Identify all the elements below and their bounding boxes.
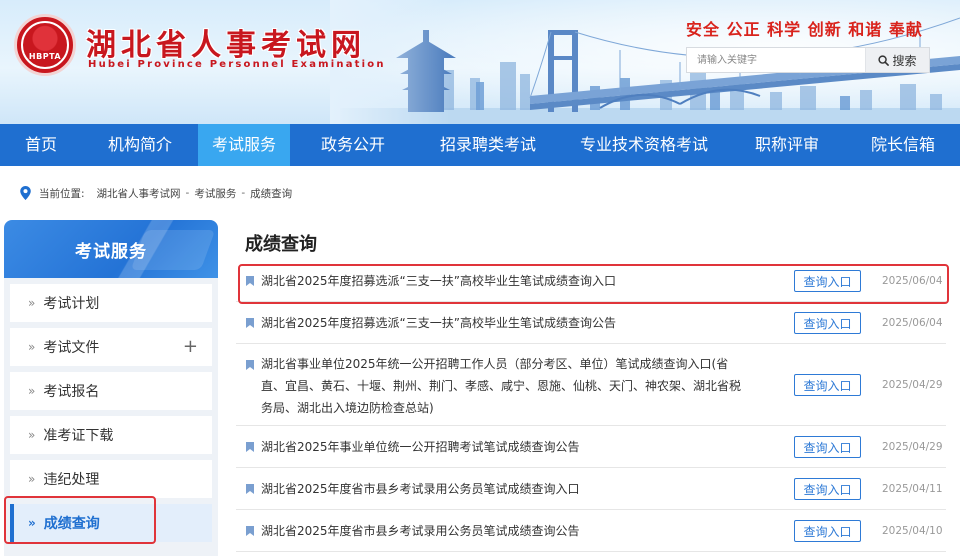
main-nav: 首页 机构简介 考试服务 政务公开 招录聘类考试 专业技术资格考试 职称评审 院… — [0, 124, 960, 166]
site-logo[interactable]: HBPTA 湖北省人事考试网 Hubei Province Personnel … — [14, 14, 383, 78]
sidebar-item-exam-plan[interactable]: » 考试计划 — [10, 284, 212, 322]
sidebar-item-label: 违纪处理 — [43, 472, 100, 488]
query-entry-button[interactable]: 查询入口 — [794, 312, 861, 334]
site-slogan: 安全 公正 科学 创新 和谐 奉献 — [686, 20, 923, 39]
double-chevron-right-icon: » — [28, 340, 36, 354]
query-entry-button[interactable]: 查询入口 — [794, 478, 861, 500]
list-item-date: 2025/04/29 — [882, 441, 943, 453]
double-chevron-right-icon: » — [28, 516, 36, 530]
nav-item-professional-qualification[interactable]: 专业技术资格考试 — [560, 124, 728, 166]
sidebar-item-score-query[interactable]: » 成绩查询 — [10, 504, 212, 542]
nav-item-about[interactable]: 机构简介 — [82, 124, 198, 166]
site-title: 湖北省人事考试网 — [86, 28, 366, 63]
breadcrumb: 当前位置: 湖北省人事考试网 - 考试服务 - 成绩查询 — [20, 185, 292, 201]
site-subtitle: Hubei Province Personnel Examination — [88, 59, 386, 70]
nav-item-exam-services[interactable]: 考试服务 — [198, 124, 290, 166]
breadcrumb-separator: - — [241, 187, 246, 199]
nav-item-government-affairs[interactable]: 政务公开 — [290, 124, 416, 166]
list-item-title-link[interactable]: 湖北省2025年度省市县乡考试录用公务员笔试成绩查询公告 — [261, 520, 751, 542]
sidebar-title: 考试服务 — [75, 241, 147, 262]
query-entry-button[interactable]: 查询入口 — [794, 374, 861, 396]
bookmark-icon — [246, 484, 254, 494]
page-title: 成绩查询 — [245, 234, 317, 255]
list-item: 湖北省事业单位2025年统一公开招聘工作人员（部分考区、单位）笔试成绩查询入口(… — [236, 344, 946, 426]
expand-plus-icon[interactable]: + — [183, 336, 198, 357]
query-entry-button[interactable]: 查询入口 — [794, 270, 861, 292]
list-item-title-link[interactable]: 湖北省2025年度省市县乡考试录用公务员笔试成绩查询入口 — [261, 478, 751, 500]
hbpta-emblem-icon: HBPTA — [14, 14, 76, 76]
sidebar-item-exam-documents[interactable]: » 考试文件 + — [10, 328, 212, 366]
query-entry-button[interactable]: 查询入口 — [794, 520, 861, 542]
breadcrumb-separator: - — [185, 187, 190, 199]
list-item: 湖北省2025年度省市县乡考试录用公务员笔试成绩查询入口 查询入口 2025/0… — [236, 468, 946, 510]
sidebar-item-label: 准考证下载 — [43, 428, 114, 444]
sidebar-item-label: 成绩查询 — [43, 516, 100, 532]
nav-item-home[interactable]: 首页 — [0, 124, 82, 166]
search-input[interactable] — [687, 48, 865, 72]
list-item: 湖北省2025年事业单位统一公开招聘考试笔试成绩查询公告 查询入口 2025/0… — [236, 426, 946, 468]
bookmark-icon — [246, 360, 254, 370]
bookmark-icon — [246, 526, 254, 536]
breadcrumb-home-link[interactable]: 湖北省人事考试网 — [97, 186, 181, 201]
nav-item-director-mailbox[interactable]: 院长信箱 — [846, 124, 960, 166]
search-button-label: 搜索 — [892, 53, 917, 68]
search-button[interactable]: 搜索 — [865, 48, 929, 72]
list-item-title-link[interactable]: 湖北省2025年度招募选派“三支一扶”高校毕业生笔试成绩查询公告 — [261, 312, 751, 334]
sidebar-item-label: 考试文件 — [43, 340, 100, 356]
breadcrumb-prefix: 当前位置: — [39, 187, 85, 200]
double-chevron-right-icon: » — [28, 296, 36, 310]
bookmark-icon — [246, 276, 254, 286]
sidebar-item-label: 考试报名 — [43, 384, 100, 400]
list-item-date: 2025/04/11 — [882, 483, 943, 495]
list-item-title-link[interactable]: 湖北省2025年事业单位统一公开招聘考试笔试成绩查询公告 — [261, 436, 751, 458]
list-item-date: 2025/06/04 — [882, 317, 943, 329]
query-entry-button[interactable]: 查询入口 — [794, 436, 861, 458]
location-pin-icon — [20, 186, 31, 200]
search-box: 搜索 — [686, 47, 930, 73]
logo-emblem-text: HBPTA — [21, 21, 69, 69]
double-chevron-right-icon: » — [28, 472, 36, 486]
list-item: 湖北省2025年度省市县乡考试录用公务员笔试成绩查询公告 查询入口 2025/0… — [236, 510, 946, 552]
nav-item-recruitment-exams[interactable]: 招录聘类考试 — [416, 124, 560, 166]
search-icon — [878, 54, 890, 66]
bookmark-icon — [246, 318, 254, 328]
list-item-title-link[interactable]: 湖北省事业单位2025年统一公开招聘工作人员（部分考区、单位）笔试成绩查询入口(… — [261, 353, 751, 419]
list-item-date: 2025/04/10 — [882, 525, 943, 537]
sidebar-menu: » 考试计划 » 考试文件 + » 考试报名 » 准考证下载 » 违纪处理 » … — [4, 278, 218, 556]
double-chevron-right-icon: » — [28, 384, 36, 398]
double-chevron-right-icon: » — [28, 428, 36, 442]
list-item-title-link[interactable]: 湖北省2025年度招募选派“三支一扶”高校毕业生笔试成绩查询入口 — [261, 270, 751, 292]
nav-item-title-review[interactable]: 职称评审 — [728, 124, 846, 166]
bookmark-icon — [246, 442, 254, 452]
sidebar-item-violation-handling[interactable]: » 违纪处理 — [10, 460, 212, 498]
sidebar-header: 考试服务 — [4, 220, 218, 278]
list-item-date: 2025/04/29 — [882, 379, 943, 391]
sidebar-item-label: 考试计划 — [43, 296, 100, 312]
list-item-date: 2025/06/04 — [882, 275, 943, 287]
header-banner: HBPTA 湖北省人事考试网 Hubei Province Personnel … — [0, 0, 960, 124]
sidebar-item-exam-registration[interactable]: » 考试报名 — [10, 372, 212, 410]
breadcrumb-current: 成绩查询 — [250, 187, 293, 200]
list-item: 湖北省2025年度招募选派“三支一扶”高校毕业生笔试成绩查询入口 查询入口 20… — [236, 260, 946, 302]
sidebar: 考试服务 » 考试计划 » 考试文件 + » 考试报名 » 准考证下载 » 违纪… — [4, 220, 218, 556]
sidebar-item-admission-ticket-download[interactable]: » 准考证下载 — [10, 416, 212, 454]
breadcrumb-exam-services-link[interactable]: 考试服务 — [194, 186, 236, 201]
list-item: 湖北省2025年度招募选派“三支一扶”高校毕业生笔试成绩查询公告 查询入口 20… — [236, 302, 946, 344]
